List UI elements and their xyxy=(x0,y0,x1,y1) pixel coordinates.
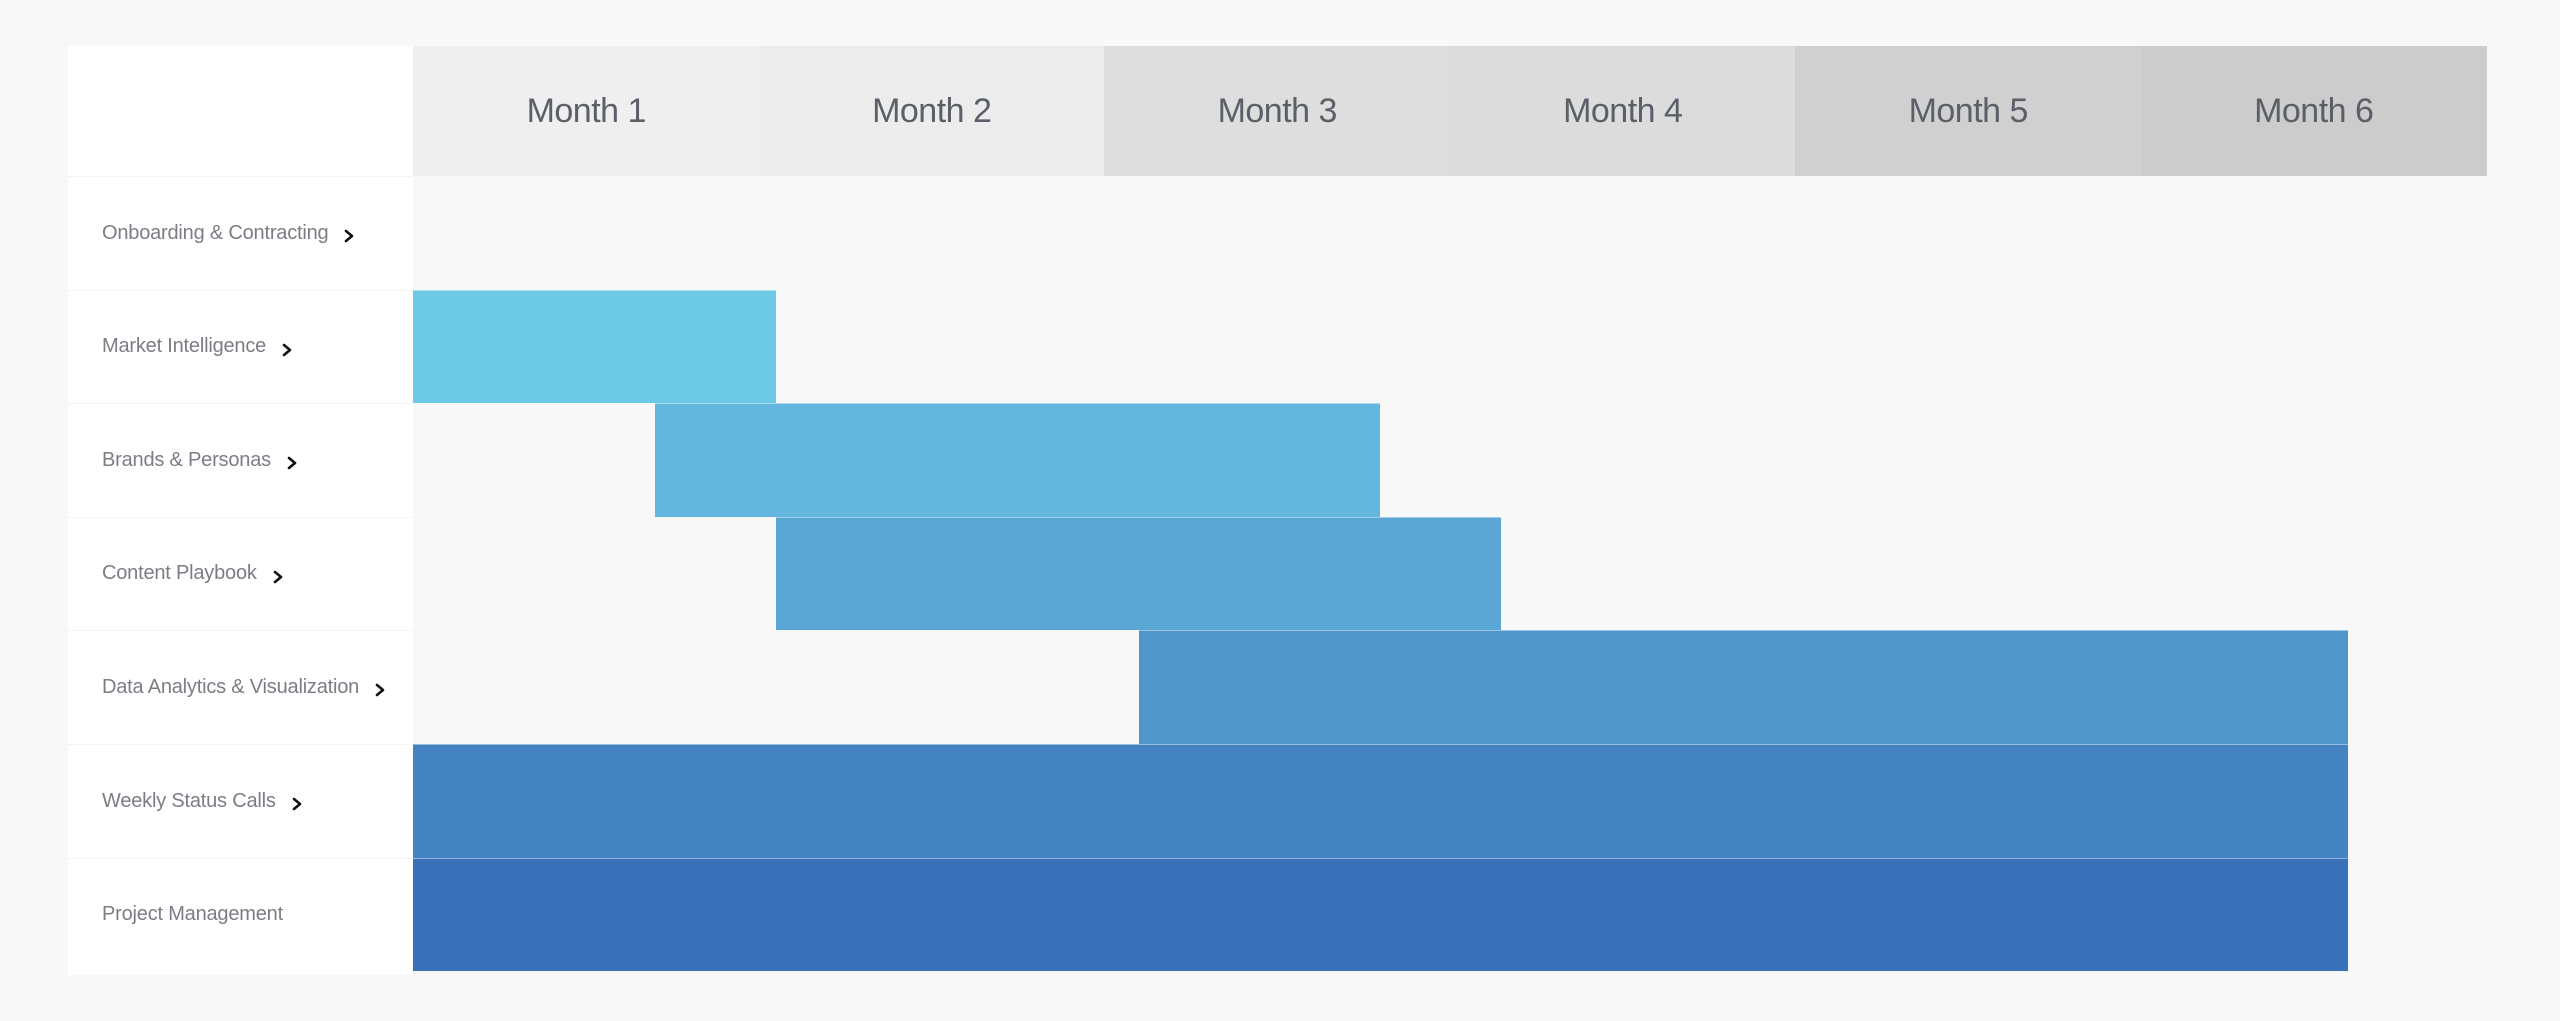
month-header-cell: Month 2 xyxy=(758,46,1105,176)
month-header-cell: Month 1 xyxy=(413,46,760,176)
task-name: Content Playbook xyxy=(102,562,257,585)
chevron-right-icon[interactable] xyxy=(271,567,285,584)
task-bar[interactable] xyxy=(654,403,1381,517)
task-row-label: Project Management xyxy=(68,857,413,971)
month-header-cell: Month 6 xyxy=(2140,46,2487,176)
task-row-label[interactable]: Weekly Status Calls xyxy=(68,744,413,857)
chevron-right-icon[interactable] xyxy=(285,453,299,470)
task-bar[interactable] xyxy=(413,289,776,404)
task-bar[interactable] xyxy=(413,744,2348,858)
chevron-right-icon[interactable] xyxy=(280,340,294,356)
task-name: Onboarding & Contracting xyxy=(102,221,329,244)
task-row-label[interactable]: Content Playbook xyxy=(68,516,413,630)
chevron-right-icon[interactable] xyxy=(342,226,356,243)
task-name: Brands & Personas xyxy=(102,448,271,471)
chevron-right-icon[interactable] xyxy=(373,680,387,697)
month-header-cell: Month 5 xyxy=(1795,46,2142,176)
month-header-cell: Month 3 xyxy=(1104,46,1451,176)
chevron-right-icon[interactable] xyxy=(290,794,304,811)
task-row-label[interactable]: Market Intelligence xyxy=(68,289,413,403)
task-bar[interactable] xyxy=(1138,630,2348,744)
task-name: Data Analytics & Visualization xyxy=(102,675,360,698)
task-name: Weekly Status Calls xyxy=(102,789,276,812)
month-header-cell: Month 4 xyxy=(1449,46,1796,176)
task-row-label[interactable]: Onboarding & Contracting xyxy=(68,176,413,289)
task-row-label[interactable]: Brands & Personas xyxy=(68,403,413,516)
task-row-label[interactable]: Data Analytics & Visualization xyxy=(68,630,413,743)
task-label-column: Onboarding & Contracting Market Intellige… xyxy=(68,46,413,975)
task-name: Project Management xyxy=(102,903,283,926)
task-bar[interactable] xyxy=(413,857,2348,972)
task-name: Market Intelligence xyxy=(102,335,267,358)
plot-area xyxy=(413,176,2486,975)
gantt-chart: Onboarding & Contracting Market Intellige… xyxy=(68,46,2487,975)
task-bar[interactable] xyxy=(775,516,1502,631)
